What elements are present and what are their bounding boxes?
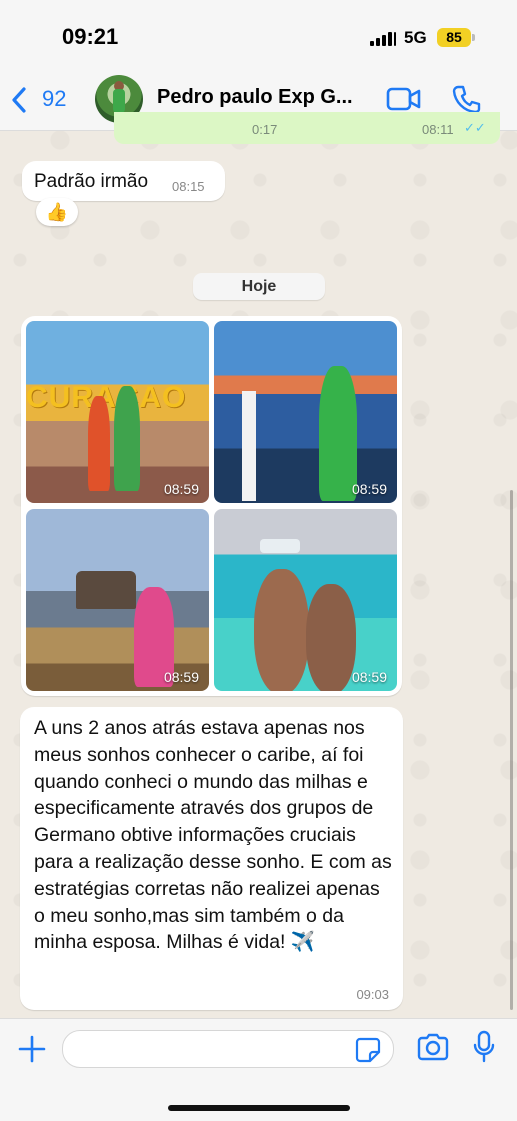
message-input[interactable] — [62, 1030, 394, 1068]
network-type: 5G — [404, 28, 427, 47]
photo-album-message[interactable]: CURAÇAO 08:59 08:59 08:59 08:59 — [21, 316, 402, 696]
incoming-message[interactable]: A uns 2 anos atrás estava apenas nos meu… — [20, 707, 403, 1010]
message-time: 09:03 — [356, 987, 389, 1002]
battery-tip — [472, 34, 475, 41]
photo-time: 08:59 — [351, 669, 387, 685]
phone-icon[interactable] — [452, 84, 482, 114]
reaction-thumbs-up-icon[interactable]: 👍 — [36, 198, 78, 226]
plus-icon[interactable] — [17, 1034, 47, 1064]
boat — [260, 539, 300, 553]
photo-thumbnail[interactable]: 08:59 — [26, 509, 209, 691]
signal-icon — [370, 30, 396, 46]
unread-count: 92 — [42, 86, 67, 111]
shipwreck — [76, 571, 136, 609]
incoming-message[interactable]: Padrão irmão 08:15 — [22, 161, 225, 201]
pier-railing — [242, 391, 256, 501]
photo-time: 08:59 — [163, 481, 199, 497]
message-time: 08:15 — [172, 179, 205, 194]
status-bar: 09:21 5G 85 — [0, 0, 517, 70]
photo-time: 08:59 — [163, 669, 199, 685]
person-figure — [306, 584, 356, 691]
camera-icon[interactable] — [416, 1033, 450, 1061]
home-indicator[interactable] — [168, 1105, 350, 1111]
back-button[interactable]: 92 — [10, 84, 90, 114]
audio-duration: 0:17 — [252, 122, 278, 137]
read-ticks-icon: ✓✓ — [464, 120, 486, 135]
chevron-left-icon — [12, 87, 26, 113]
message-composer — [0, 1018, 517, 1121]
photo-thumbnail[interactable]: 08:59 — [214, 321, 397, 503]
photo-thumbnail[interactable]: 08:59 — [214, 509, 397, 691]
video-call-icon[interactable] — [386, 86, 422, 112]
photo-time: 08:59 — [351, 481, 387, 497]
sticker-icon[interactable] — [355, 1037, 381, 1063]
microphone-icon[interactable] — [472, 1030, 496, 1064]
photo-thumbnail[interactable]: CURAÇAO 08:59 — [26, 321, 209, 503]
person-figure — [254, 569, 309, 691]
message-time: 08:11 — [422, 122, 454, 137]
message-text: A uns 2 anos atrás estava apenas nos meu… — [34, 717, 392, 954]
person-figure — [114, 386, 140, 491]
outgoing-audio-message[interactable]: 0:17 08:11 ✓✓ — [114, 112, 500, 144]
date-divider: Hoje — [193, 273, 325, 300]
battery-icon: 85 — [437, 28, 471, 47]
status-time: 09:21 — [62, 24, 119, 49]
avatar-body — [113, 89, 125, 113]
contact-name[interactable]: Pedro paulo Exp G... — [157, 86, 353, 109]
scrollbar[interactable] — [510, 490, 513, 1010]
person-figure — [88, 396, 110, 491]
message-text: Padrão irmão — [34, 171, 149, 192]
